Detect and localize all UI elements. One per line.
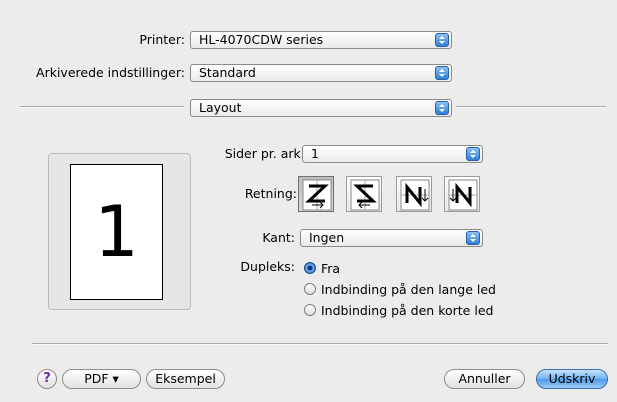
pages-per-sheet-label: Sider pr. ark: — [224, 146, 305, 161]
printer-value: HL-4070CDW series — [199, 32, 324, 47]
pdf-button[interactable]: PDF ▾ — [62, 369, 141, 389]
chevron-updown-icon — [435, 101, 449, 115]
chevron-updown-icon — [435, 66, 449, 80]
print-button[interactable]: Udskriv — [536, 369, 608, 389]
panel-popup[interactable]: Layout — [190, 99, 452, 117]
border-popup[interactable]: Ingen — [300, 229, 483, 247]
chevron-updown-icon — [466, 147, 480, 161]
presets-value: Standard — [199, 65, 256, 80]
presets-popup[interactable]: Standard — [190, 64, 452, 82]
page-preview: 1 — [70, 164, 163, 300]
radio-empty-icon — [304, 283, 316, 295]
orientation-n-reversed-icon — [400, 179, 430, 211]
separator-right — [456, 106, 606, 108]
orientation-n-reversed-button[interactable] — [396, 176, 432, 212]
pages-per-sheet-value: 1 — [311, 146, 319, 161]
panel-value: Layout — [199, 100, 242, 115]
orientation-s-button[interactable] — [346, 176, 382, 212]
orientation-n-icon — [448, 179, 478, 211]
border-value: Ingen — [309, 230, 345, 245]
separator-left — [20, 106, 184, 108]
orientation-n-button[interactable] — [444, 176, 480, 212]
printer-label: Printer: — [139, 32, 185, 47]
pages-per-sheet-popup[interactable]: 1 — [302, 145, 483, 163]
orientation-s-icon — [350, 179, 380, 211]
radio-empty-icon — [304, 304, 316, 316]
orientation-z-icon — [302, 179, 332, 211]
chevron-updown-icon — [466, 231, 480, 245]
printer-popup[interactable]: HL-4070CDW series — [190, 31, 452, 49]
orientation-label: Retning: — [244, 186, 297, 201]
radio-selected-icon — [304, 262, 316, 274]
border-label: Kant: — [262, 230, 295, 245]
bottom-separator — [32, 343, 608, 345]
help-icon[interactable]: ? — [37, 369, 57, 389]
cancel-button[interactable]: Annuller — [444, 369, 525, 389]
preview-button[interactable]: Eksempel — [146, 369, 225, 389]
presets-label: Arkiverede indstillinger: — [36, 65, 185, 80]
chevron-updown-icon — [435, 33, 449, 47]
duplex-label: Dupleks: — [240, 259, 295, 274]
orientation-z-button[interactable] — [298, 176, 334, 212]
